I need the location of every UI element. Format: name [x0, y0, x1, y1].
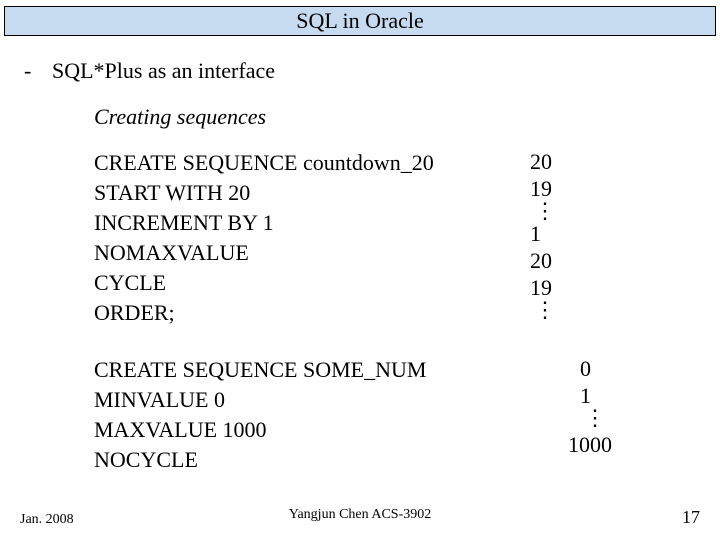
- bullet-dash: -: [24, 58, 31, 84]
- code-line: CYCLE: [94, 268, 434, 298]
- code-line: ORDER;: [94, 298, 434, 328]
- code-line: INCREMENT BY 1: [94, 208, 434, 238]
- sql-block-2: CREATE SEQUENCE SOME_NUM MINVALUE 0 MAXV…: [94, 355, 426, 475]
- seq-value: 1: [530, 220, 556, 247]
- vertical-dots: ⋮: [580, 409, 612, 427]
- code-line: NOCYCLE: [94, 445, 426, 475]
- footer: Jan. 2008 Yangjun Chen ACS-3902 17: [20, 507, 700, 528]
- sequence-output-1: 20 19 ⋮ 1 20 19 ⋮: [530, 148, 556, 319]
- vertical-dots: ⋮: [530, 301, 556, 319]
- subheading: Creating sequences: [94, 104, 266, 130]
- footer-center: Yangjun Chen ACS-3902: [20, 507, 700, 523]
- sql-block-1: CREATE SEQUENCE countdown_20 START WITH …: [94, 148, 434, 328]
- seq-value: 20: [530, 148, 556, 175]
- code-line: MAXVALUE 1000: [94, 415, 426, 445]
- code-line: NOMAXVALUE: [94, 238, 434, 268]
- slide-title: SQL in Oracle: [296, 8, 423, 33]
- code-line: START WITH 20: [94, 178, 434, 208]
- heading: SQL*Plus as an interface: [52, 58, 275, 84]
- seq-value: 0: [580, 355, 612, 382]
- seq-value: 20: [530, 247, 556, 274]
- code-line: MINVALUE 0: [94, 385, 426, 415]
- code-line: CREATE SEQUENCE countdown_20: [94, 148, 434, 178]
- vertical-dots: ⋮: [530, 202, 556, 220]
- title-bar: SQL in Oracle: [4, 6, 716, 36]
- code-line: CREATE SEQUENCE SOME_NUM: [94, 355, 426, 385]
- seq-value: 1000: [568, 427, 612, 463]
- sequence-output-2: 0 1 ⋮ 1000: [580, 355, 612, 463]
